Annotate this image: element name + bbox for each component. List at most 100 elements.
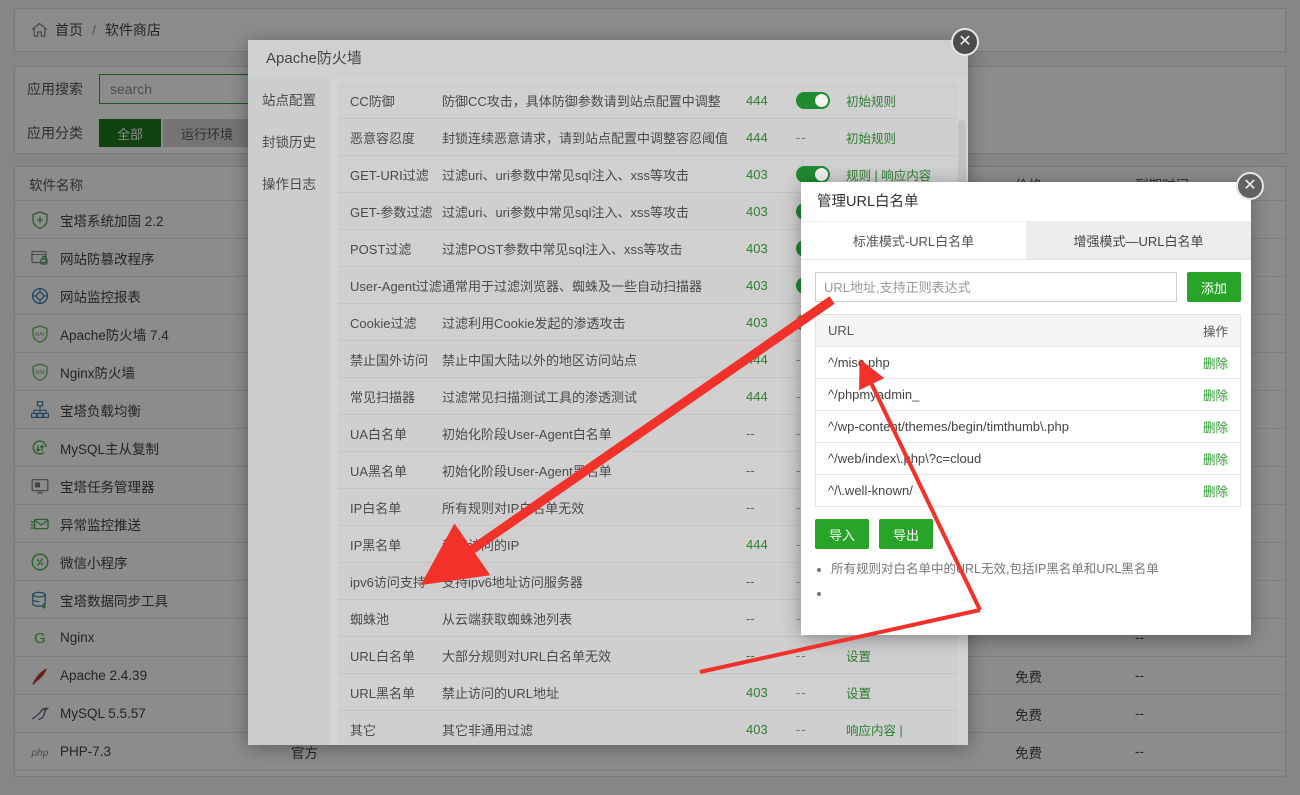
firewall-rule-row[interactable]: URL黑名单 禁止访问的URL地址 403 -- 设置 <box>338 674 958 711</box>
whitelist-list-body: ^/misc.php 删除 ^/phpmyadmin_ 删除 ^/wp-content/… <box>816 347 1240 507</box>
rule-action-link[interactable]: 规则 | 响应内容 <box>846 165 958 184</box>
firewall-rule-row[interactable]: 其它 其它非通用过滤 403 -- 响应内容 | <box>338 711 958 745</box>
whitelist-note-1: 所有规则对白名单中的URL无效,包括IP黑名单和URL黑名单 <box>831 559 1237 580</box>
rule-toggle[interactable] <box>796 165 830 183</box>
rule-action-link[interactable]: 设置 <box>846 646 958 665</box>
whitelist-url: ^/\.well-known/ <box>828 483 913 498</box>
whitelist-row: ^/phpmyadmin_ 删除 <box>816 379 1240 411</box>
rule-name: IP黑名单 <box>350 537 402 553</box>
rule-name: CC防御 <box>350 93 395 109</box>
rule-status-code: 403 <box>746 203 768 219</box>
rule-status-code: 444 <box>746 92 768 108</box>
rule-status-code: -- <box>746 610 755 626</box>
close-icon[interactable]: ✕ <box>1236 172 1264 200</box>
rule-action-link[interactable]: 设置 <box>846 683 958 702</box>
rule-toggle-disabled: -- <box>796 684 807 700</box>
rule-description: 禁止访问的IP <box>442 537 520 553</box>
rule-description: 大部分规则对URL白名单无效 <box>442 648 612 664</box>
rule-name: URL黑名单 <box>350 685 416 701</box>
whitelist-url: ^/misc.php <box>828 355 890 370</box>
rule-name: ipv6访问支持 <box>350 574 426 590</box>
rule-status-code: -- <box>746 573 755 589</box>
rule-description: 过滤常见扫描测试工具的渗透测试 <box>442 389 638 405</box>
delete-link[interactable]: 删除 <box>1203 385 1228 404</box>
rule-description: 从云端获取蜘蛛池列表 <box>442 611 573 627</box>
rule-description: 其它非通用过滤 <box>442 722 534 738</box>
rule-status-code: 403 <box>746 721 768 737</box>
column-header-operation: 操作 <box>1202 325 1228 339</box>
whitelist-url: ^/wp-content/themes/begin/timthumb\.php <box>828 419 1069 434</box>
delete-link[interactable]: 删除 <box>1203 481 1228 500</box>
url-input[interactable] <box>815 272 1177 302</box>
column-header-url: URL <box>828 323 855 338</box>
rule-status-code: 444 <box>746 388 768 404</box>
rule-status-code: 403 <box>746 314 768 330</box>
rule-description: 过滤uri、uri参数中常见sql注入、xss等攻击 <box>442 167 690 183</box>
url-whitelist-dialog: 管理URL白名单 标准模式-URL白名单 增强模式—URL白名单 添加 URL … <box>801 182 1251 635</box>
export-button[interactable]: 导出 <box>879 519 934 549</box>
sidebar-item-operation-log[interactable]: 操作日志 <box>248 164 330 206</box>
rule-status-code: 444 <box>746 129 768 145</box>
rule-description: 通常用于过滤浏览器、蜘蛛及一些自动扫描器 <box>442 278 703 294</box>
rule-status-code: -- <box>746 499 755 515</box>
sidebar-item-site-config[interactable]: 站点配置 <box>248 80 330 122</box>
delete-link[interactable]: 删除 <box>1203 449 1228 468</box>
firewall-rule-row[interactable]: URL白名单 大部分规则对URL白名单无效 -- -- 设置 <box>338 637 958 674</box>
rule-toggle-disabled: -- <box>796 647 807 663</box>
tab-enhanced-mode[interactable]: 增强模式—URL白名单 <box>1026 222 1251 259</box>
whitelist-notes: 所有规则对白名单中的URL无效,包括IP黑名单和URL黑名单 <box>801 549 1251 604</box>
rule-description: 禁止访问的URL地址 <box>442 685 560 701</box>
import-button[interactable]: 导入 <box>815 519 870 549</box>
sidebar-item-block-history[interactable]: 封锁历史 <box>248 122 330 164</box>
whitelist-url: ^/web/index\.php\?c=cloud <box>828 451 982 466</box>
whitelist-row: ^/web/index\.php\?c=cloud 删除 <box>816 443 1240 475</box>
rule-name: UA白名单 <box>350 426 408 442</box>
delete-link[interactable]: 删除 <box>1203 417 1228 436</box>
rule-description: 过滤uri、uri参数中常见sql注入、xss等攻击 <box>442 204 690 220</box>
rule-name: POST过滤 <box>350 241 412 257</box>
whitelist-row: ^/wp-content/themes/begin/timthumb\.php 删… <box>816 411 1240 443</box>
rule-name: GET-参数过滤 <box>350 204 433 220</box>
rule-name: 常见扫描器 <box>350 389 416 405</box>
rule-name: URL白名单 <box>350 648 416 664</box>
rule-action-link[interactable]: 初始规则 <box>846 91 958 110</box>
rule-status-code: 403 <box>746 684 768 700</box>
firewall-rule-row[interactable]: 恶意容忍度 封锁连续恶意请求，请到站点配置中调整容忍阈值 444 -- 初始规则 <box>338 119 958 156</box>
rule-status-code: -- <box>746 647 755 663</box>
add-button[interactable]: 添加 <box>1186 272 1241 302</box>
close-icon[interactable]: ✕ <box>951 28 979 56</box>
whitelist-tabs: 标准模式-URL白名单 增强模式—URL白名单 <box>801 222 1251 260</box>
rule-name: 其它 <box>350 722 377 738</box>
rule-toggle-disabled: -- <box>796 129 807 145</box>
rule-status-code: 403 <box>746 277 768 293</box>
rule-action-link[interactable]: 响应内容 | <box>846 720 958 739</box>
rule-name: 禁止国外访问 <box>350 352 429 368</box>
tab-standard-mode[interactable]: 标准模式-URL白名单 <box>801 222 1026 259</box>
rule-action-link[interactable]: 初始规则 <box>846 128 958 147</box>
rule-name: User-Agent过滤 <box>350 278 442 294</box>
firewall-dialog-title: Apache防火墙 <box>248 40 968 78</box>
whitelist-list-header: URL 操作 <box>816 315 1240 347</box>
firewall-sidebar: 站点配置 封锁历史 操作日志 <box>248 78 330 745</box>
rule-description: 封锁连续恶意请求，请到站点配置中调整容忍阈值 <box>442 130 729 146</box>
whitelist-row: ^/misc.php 删除 <box>816 347 1240 379</box>
rule-name: GET-URI过滤 <box>350 167 429 183</box>
rule-description: 支持ipv6地址访问服务器 <box>442 574 583 590</box>
rule-status-code: 403 <box>746 166 768 182</box>
rule-name: UA黑名单 <box>350 463 408 479</box>
delete-link[interactable]: 删除 <box>1203 353 1228 372</box>
whitelist-dialog-title: 管理URL白名单 <box>801 182 1251 222</box>
rule-name: IP白名单 <box>350 500 402 516</box>
whitelist-url: ^/phpmyadmin_ <box>828 387 920 402</box>
rule-status-code: -- <box>746 425 755 441</box>
rule-description: 初始化阶段User-Agent黑名单 <box>442 463 612 479</box>
firewall-rule-row[interactable]: CC防御 防御CC攻击，具体防御参数请到站点配置中调整 444 初始规则 <box>338 82 958 119</box>
whitelist-url-list: URL 操作 ^/misc.php 删除 ^/phpmyadmin_ 删除 ^/wp-c… <box>815 314 1241 507</box>
rule-toggle[interactable] <box>796 91 830 109</box>
rule-toggle-disabled: -- <box>796 721 807 737</box>
whitelist-note-2 <box>831 583 1237 604</box>
whitelist-add-row: 添加 <box>801 260 1251 312</box>
whitelist-actions: 导入 导出 <box>801 507 1251 549</box>
rule-description: 禁止中国大陆以外的地区访问站点 <box>442 352 638 368</box>
rule-name: Cookie过滤 <box>350 315 417 331</box>
